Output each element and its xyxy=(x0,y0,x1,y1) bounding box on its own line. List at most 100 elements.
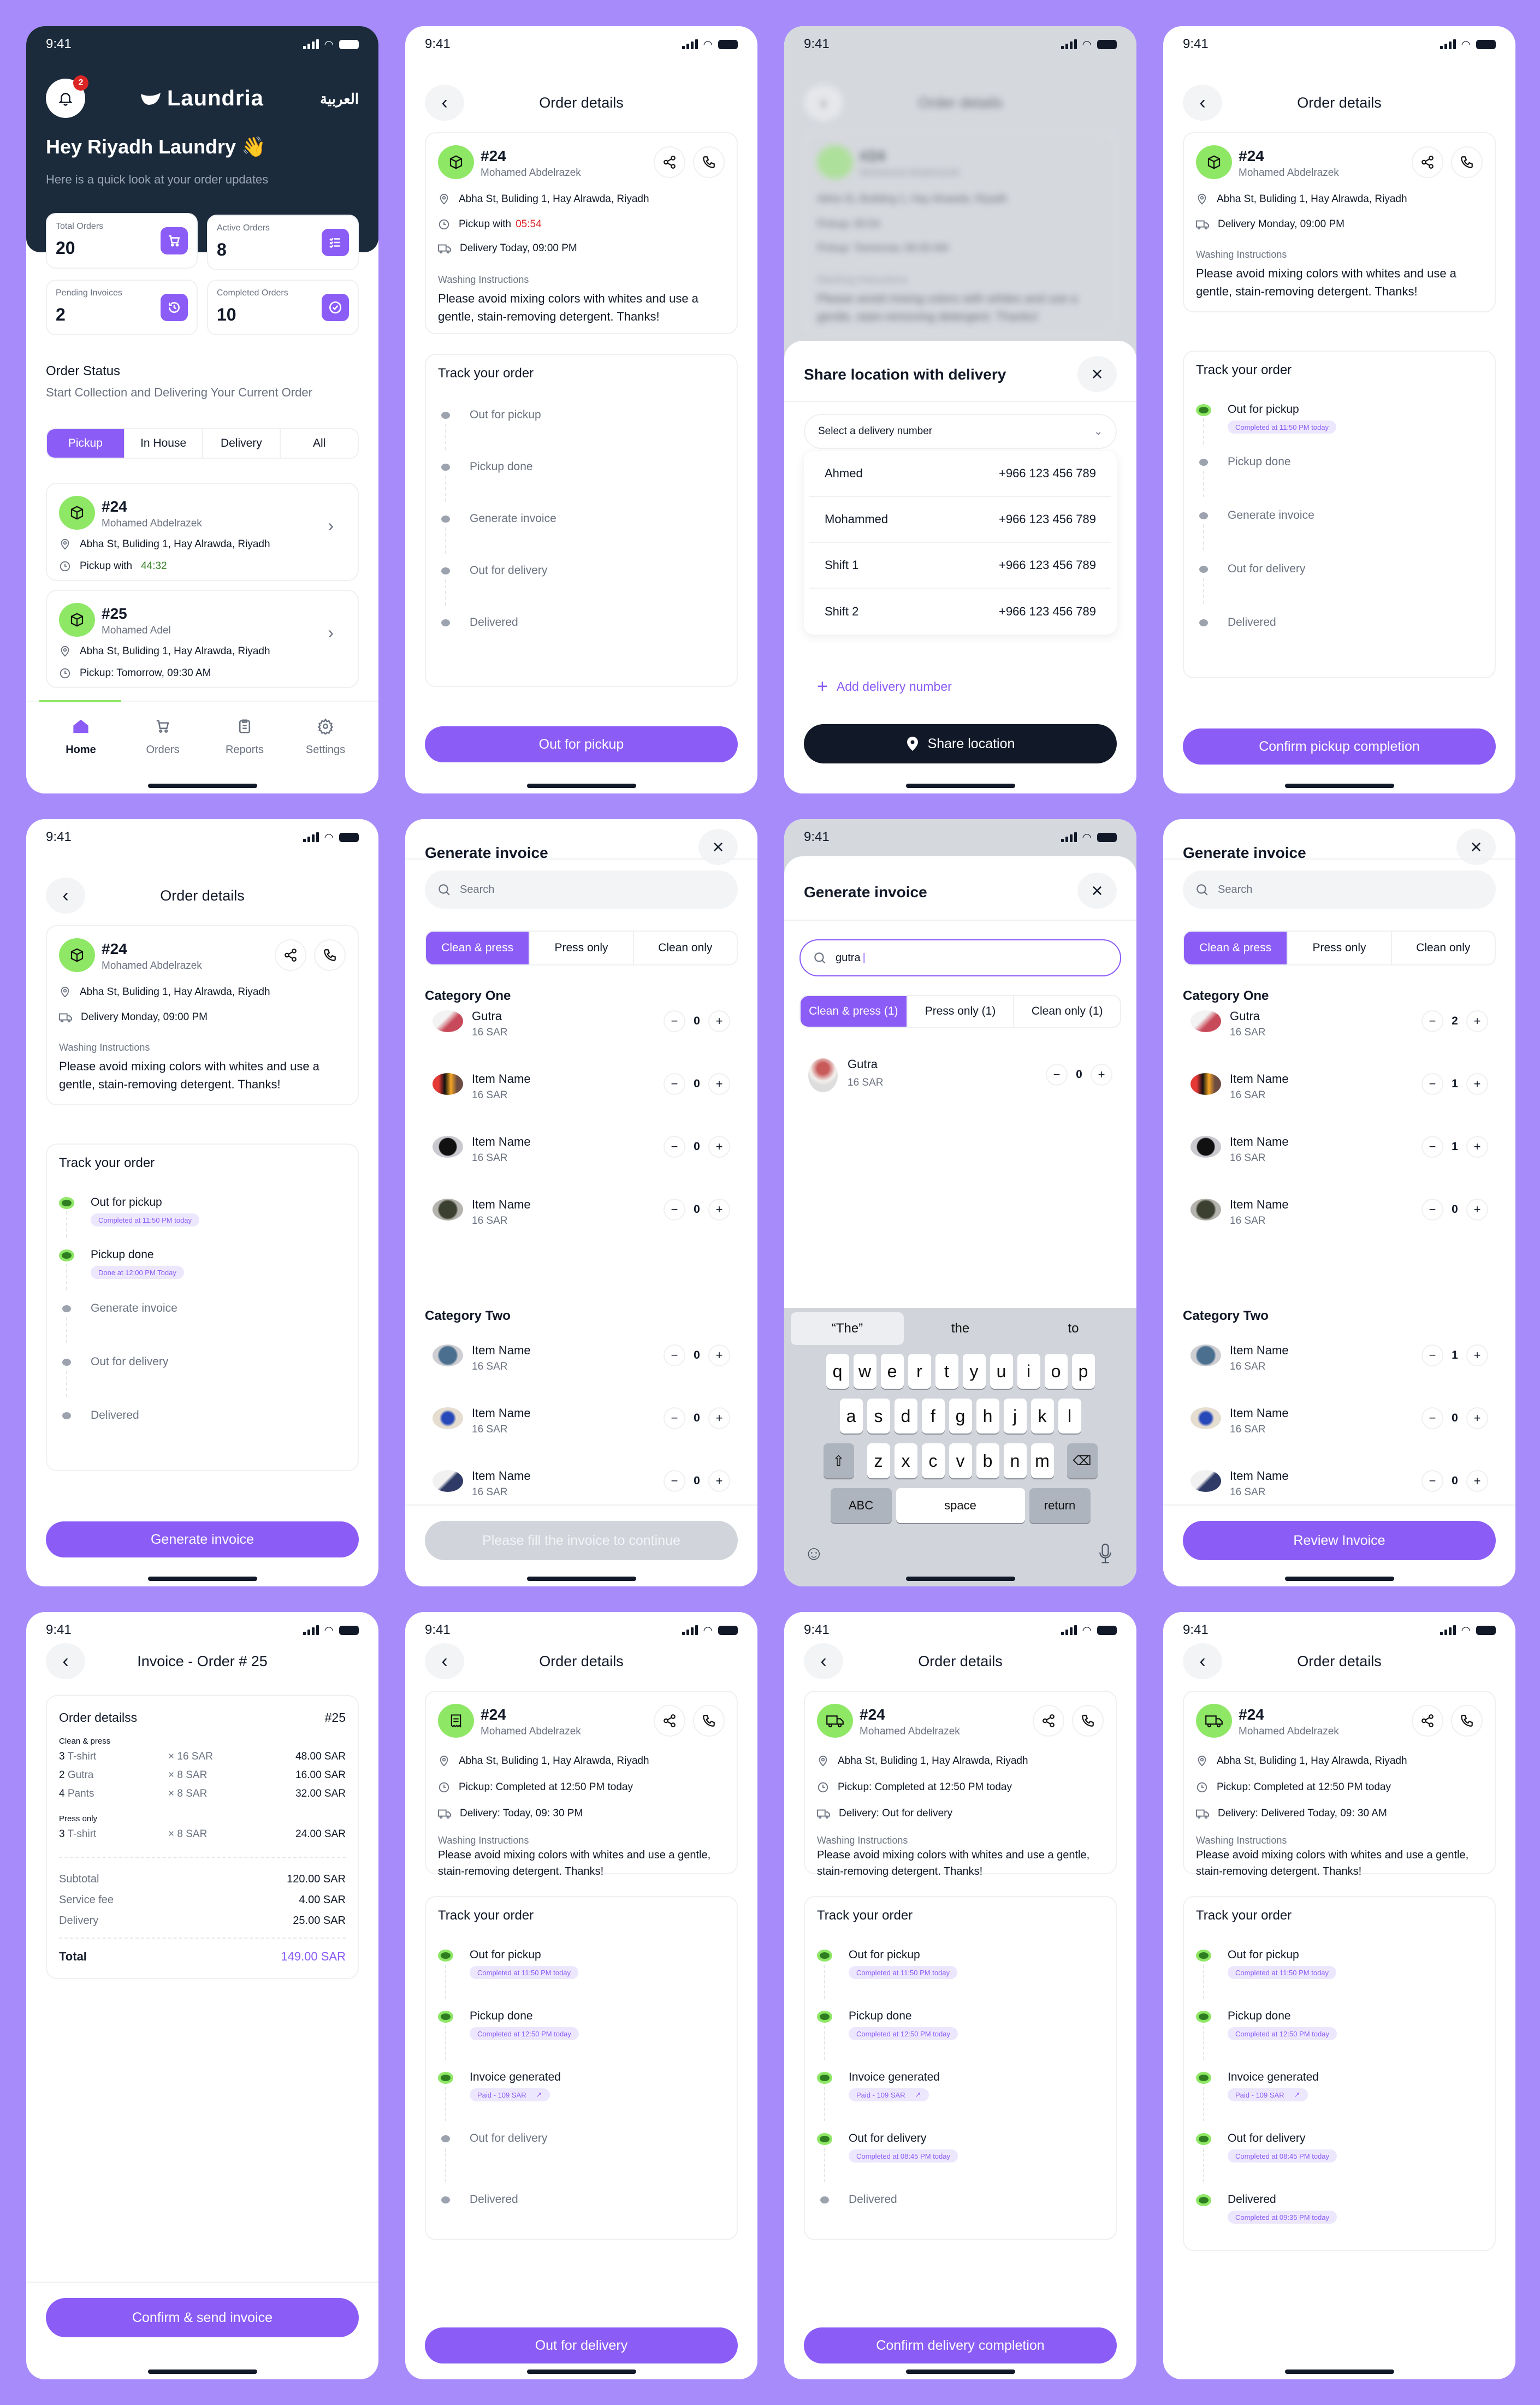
filter-pickup[interactable]: Pickup xyxy=(47,429,124,458)
increase-button[interactable]: + xyxy=(1466,1344,1488,1366)
decrease-button[interactable]: − xyxy=(1421,1073,1443,1095)
decrease-button[interactable]: − xyxy=(664,1136,685,1158)
close-button[interactable]: × xyxy=(1077,873,1117,909)
language-toggle[interactable]: العربية xyxy=(320,91,359,108)
tab-clean-only[interactable]: Clean only xyxy=(632,932,737,964)
increase-button[interactable]: + xyxy=(708,1136,730,1158)
tab-settings[interactable]: Settings xyxy=(287,718,364,756)
primary-action-button[interactable]: Out for delivery xyxy=(425,2327,738,2363)
tab-reports[interactable]: Reports xyxy=(206,718,283,756)
increase-button[interactable]: + xyxy=(708,1073,730,1095)
letter-key[interactable]: q xyxy=(826,1354,849,1389)
decrease-button[interactable]: − xyxy=(1421,1010,1443,1032)
notifications-button[interactable]: 2 xyxy=(46,75,88,118)
search-input[interactable]: Search xyxy=(425,870,738,909)
share-button[interactable] xyxy=(275,939,306,971)
tab-orders[interactable]: Orders xyxy=(125,718,201,756)
increase-button[interactable]: + xyxy=(1466,1407,1488,1429)
confirm-pickup-button[interactable]: Confirm pickup completion xyxy=(1183,728,1496,765)
emoji-icon[interactable]: ☺ xyxy=(804,1542,824,1565)
increase-button[interactable]: + xyxy=(1466,1136,1488,1158)
letter-key[interactable]: n xyxy=(1003,1443,1027,1478)
filter-all[interactable]: All xyxy=(280,429,358,458)
tab-clean-only[interactable]: Clean only xyxy=(1390,932,1495,964)
letter-key[interactable]: e xyxy=(880,1354,904,1389)
share-location-button[interactable]: Share location xyxy=(804,724,1117,763)
stat-active-orders[interactable]: Active Orders 8 xyxy=(207,215,359,270)
letter-key[interactable]: w xyxy=(853,1354,876,1389)
review-invoice-button[interactable]: Review Invoice xyxy=(1183,1521,1496,1560)
decrease-button[interactable]: − xyxy=(1421,1136,1443,1158)
stat-completed-orders[interactable]: Completed Orders 10 xyxy=(207,280,359,335)
increase-button[interactable]: + xyxy=(708,1407,730,1429)
share-button[interactable] xyxy=(654,1705,685,1737)
letter-key[interactable]: g xyxy=(949,1399,972,1433)
decrease-button[interactable]: − xyxy=(1421,1344,1443,1366)
back-button[interactable]: ‹ xyxy=(804,1643,843,1679)
abc-key[interactable]: ABC xyxy=(830,1488,892,1523)
add-delivery-number-button[interactable]: + Add delivery number xyxy=(817,676,952,697)
letter-key[interactable]: d xyxy=(894,1399,917,1433)
increase-button[interactable]: + xyxy=(1466,1199,1488,1221)
tab-press-only[interactable]: Press only xyxy=(1287,932,1390,964)
order-card[interactable]: #24 Mohamed Abdelrazek › Abha St, Bulidin… xyxy=(46,483,359,581)
out-for-pickup-button[interactable]: Out for pickup xyxy=(425,726,738,762)
increase-button[interactable]: + xyxy=(1466,1470,1488,1492)
status-pill[interactable]: Paid - 109 SAR ↗ xyxy=(1228,2088,1308,2101)
close-button[interactable]: × xyxy=(1456,829,1496,865)
increase-button[interactable]: + xyxy=(708,1010,730,1032)
tab-clean-press[interactable]: Clean & press xyxy=(1184,932,1287,964)
share-button[interactable] xyxy=(1033,1705,1064,1737)
dropdown-option[interactable]: Shift 2 +966 123 456 789 xyxy=(809,589,1111,635)
letter-key[interactable]: u xyxy=(990,1354,1013,1389)
letter-key[interactable]: y xyxy=(962,1354,986,1389)
back-button[interactable]: ‹ xyxy=(1183,85,1222,121)
tab-clean-press[interactable]: Clean & press (1) xyxy=(801,996,907,1027)
letter-key[interactable]: o xyxy=(1044,1354,1068,1389)
shift-key[interactable]: ⇧ xyxy=(823,1443,854,1478)
decrease-button[interactable]: − xyxy=(664,1344,685,1366)
status-pill[interactable]: Paid - 109 SAR ↗ xyxy=(470,2088,550,2101)
primary-action-button[interactable]: Confirm delivery completion xyxy=(804,2327,1117,2363)
close-button[interactable]: × xyxy=(1077,356,1117,392)
share-button[interactable] xyxy=(654,146,685,178)
back-button[interactable]: ‹ xyxy=(46,1643,85,1679)
letter-key[interactable]: b xyxy=(976,1443,999,1478)
share-button[interactable] xyxy=(1412,1705,1443,1737)
filter-in-house[interactable]: In House xyxy=(123,429,202,458)
decrease-button[interactable]: − xyxy=(664,1199,685,1221)
stat-total-orders[interactable]: Total Orders 20 xyxy=(46,213,198,269)
letter-key[interactable]: t xyxy=(935,1354,958,1389)
tab-press-only[interactable]: Press only (1) xyxy=(906,996,1014,1027)
back-button[interactable]: ‹ xyxy=(425,85,464,121)
order-card[interactable]: #25 Mohamed Adel › Abha St, Buliding 1, H… xyxy=(46,590,359,688)
delivery-number-select[interactable]: Select a delivery number ⌄ xyxy=(804,414,1117,449)
stat-pending-invoices[interactable]: Pending Invoices 2 xyxy=(46,280,198,335)
tab-clean-only[interactable]: Clean only (1) xyxy=(1013,996,1120,1027)
confirm-send-invoice-button[interactable]: Confirm & send invoice xyxy=(46,2298,359,2337)
call-button[interactable] xyxy=(1451,1705,1483,1737)
space-key[interactable]: space xyxy=(896,1488,1025,1523)
decrease-button[interactable]: − xyxy=(1046,1064,1068,1086)
decrease-button[interactable]: − xyxy=(664,1470,685,1492)
tab-press-only[interactable]: Press only xyxy=(529,932,632,964)
letter-key[interactable]: x xyxy=(894,1443,917,1478)
letter-key[interactable]: a xyxy=(839,1399,863,1433)
tab-clean-press[interactable]: Clean & press xyxy=(426,932,529,964)
decrease-button[interactable]: − xyxy=(1421,1470,1443,1492)
generate-invoice-button[interactable]: Generate invoice xyxy=(46,1521,359,1557)
call-button[interactable] xyxy=(693,146,725,178)
search-input[interactable]: Search xyxy=(1183,870,1496,909)
call-button[interactable] xyxy=(1451,146,1483,178)
return-key[interactable]: return xyxy=(1029,1488,1091,1523)
letter-key[interactable]: p xyxy=(1071,1354,1095,1389)
letter-key[interactable]: c xyxy=(921,1443,945,1478)
call-button[interactable] xyxy=(314,939,346,971)
increase-button[interactable]: + xyxy=(1466,1010,1488,1032)
filter-delivery[interactable]: Delivery xyxy=(202,429,280,458)
letter-key[interactable]: z xyxy=(867,1443,890,1478)
back-button[interactable]: ‹ xyxy=(1183,1643,1222,1679)
decrease-button[interactable]: − xyxy=(664,1407,685,1429)
suggestion[interactable]: the xyxy=(904,1312,1017,1345)
continue-button-disabled[interactable]: Please fill the invoice to continue xyxy=(425,1521,738,1560)
